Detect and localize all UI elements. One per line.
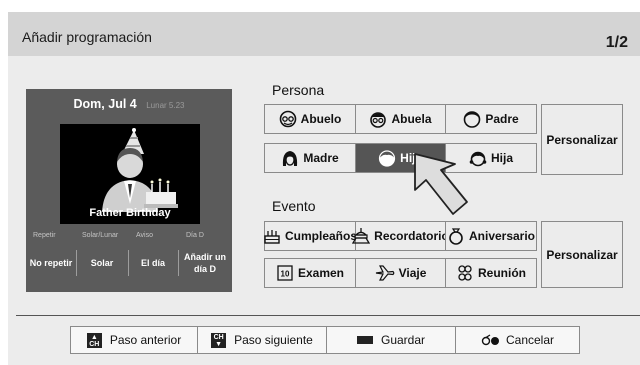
exam-icon: 10 <box>277 265 293 281</box>
grandfather-icon <box>279 110 296 128</box>
preview-header-repeat: Repetir <box>33 232 56 239</box>
meeting-icon <box>458 265 472 281</box>
persona-option-label: Abuela <box>391 112 432 126</box>
preview-divider <box>178 250 179 276</box>
evento-section-title: Evento <box>272 198 316 214</box>
preview-date: Dom, Jul 4 Lunar 5.23 <box>26 97 232 111</box>
event-option-label: Cumpleaños <box>285 229 358 243</box>
plane-icon <box>375 265 394 281</box>
channel-key-label: CH <box>213 333 224 341</box>
cake-icon <box>264 230 280 244</box>
next-step-button[interactable]: CH ▼ Paso siguiente <box>198 327 326 353</box>
persona-option-grandmother[interactable]: Abuela <box>355 104 446 134</box>
preview-column-headers: Repetir Solar/Lunar Aviso Día D <box>26 232 232 244</box>
event-custom-button[interactable]: Personalizar <box>541 221 623 288</box>
persona-option-father[interactable]: Padre <box>445 104 537 134</box>
save-key-icon <box>356 336 373 344</box>
event-option-label: Examen <box>297 266 345 280</box>
event-option-meeting[interactable]: Reunión <box>445 258 537 288</box>
grandmother-icon <box>370 112 387 128</box>
persona-option-label: Madre <box>303 151 339 165</box>
persona-section-title: Persona <box>272 82 325 98</box>
persona-option-label: Padre <box>485 112 519 126</box>
preview-caption: Father Birthday <box>89 207 171 219</box>
persona-option-grandfather[interactable]: Abuelo <box>264 104 356 134</box>
event-option-label: Viaje <box>398 266 427 280</box>
event-option-label: Reunión <box>478 266 526 280</box>
save-button[interactable]: Guardar <box>327 327 455 353</box>
persona-option-label: Abuelo <box>300 112 342 126</box>
persona-option-label: Hija <box>490 151 513 165</box>
previous-step-button[interactable]: ▲ CH Paso anterior <box>71 327 197 353</box>
preview-date-text: Dom, Jul 4 <box>73 97 137 111</box>
channel-key-label: CH <box>89 340 100 348</box>
page-title: Añadir programación <box>22 29 152 45</box>
preview-lunar-date: Lunar 5.23 <box>146 101 185 110</box>
preview-value-alert: El día <box>140 258 165 268</box>
mother-icon <box>283 151 298 166</box>
cancel-label: Cancelar <box>505 333 555 347</box>
schedule-screen: Añadir programación 1/2 Dom, Jul 4 Lunar… <box>8 12 640 365</box>
header-bar: Añadir programación 1/2 <box>8 12 640 56</box>
bottom-divider <box>16 315 640 316</box>
cancel-button[interactable]: Cancelar <box>456 327 579 353</box>
save-label: Guardar <box>380 333 426 347</box>
channel-up-key-icon: ▲ CH <box>86 332 102 348</box>
event-option-exam[interactable]: 10 Examen <box>264 258 356 288</box>
preview-value-repeat: No repetir <box>29 258 73 268</box>
preview-divider <box>128 250 129 276</box>
previous-step-label: Paso anterior <box>109 333 182 347</box>
preview-value-calendar: Solar <box>90 258 114 268</box>
preview-header-calendar: Solar/Lunar <box>82 232 119 239</box>
preview-value-dday: Añadir un día D <box>184 252 226 274</box>
son-icon <box>379 150 396 167</box>
preview-values: No repetir Solar El día Añadir un día D <box>26 244 232 282</box>
preview-divider <box>76 250 77 276</box>
pointer-cursor-icon <box>414 153 468 215</box>
persona-custom-button[interactable]: Personalizar <box>541 104 623 175</box>
preview-header-alert: Aviso <box>136 232 153 239</box>
page-indicator: 1/2 <box>605 34 628 51</box>
event-option-trip[interactable]: Viaje <box>355 258 446 288</box>
channel-down-key-icon: CH ▼ <box>211 332 227 348</box>
next-step-label: Paso siguiente <box>234 333 313 347</box>
bottom-action-bar: ▲ CH Paso anterior CH ▼ Paso siguiente Gua… <box>70 326 580 354</box>
svg-text:10: 10 <box>281 270 290 279</box>
preview-image: Father Birthday <box>60 124 200 224</box>
back-return-icon <box>481 334 499 346</box>
preview-header-dday: Día D <box>186 232 204 239</box>
schedule-preview: Dom, Jul 4 Lunar 5.23 Father Birthday Re… <box>26 89 232 292</box>
father-icon <box>464 111 481 128</box>
event-option-birthday[interactable]: Cumpleaños <box>264 221 358 251</box>
persona-option-mother[interactable]: Madre <box>264 143 356 173</box>
memorial-icon <box>352 228 371 244</box>
